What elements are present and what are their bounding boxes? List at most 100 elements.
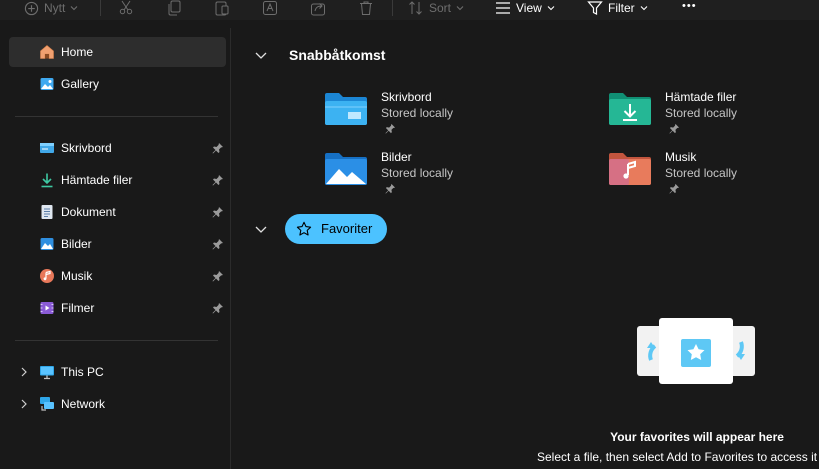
sort-button[interactable]: Sort: [408, 0, 464, 16]
filter-icon: [587, 1, 603, 15]
download-icon: [41, 173, 53, 188]
cut-button[interactable]: [118, 0, 134, 16]
video-icon: [40, 302, 54, 314]
sidebar-divider: [15, 116, 218, 117]
quick-access-item-status: Stored locally: [381, 106, 454, 120]
pin-icon[interactable]: [212, 238, 224, 250]
copy-icon: [168, 0, 181, 16]
document-icon: [41, 205, 53, 219]
desktop-folder-icon: [325, 93, 367, 125]
toolbar-separator: [392, 0, 393, 16]
pin-icon[interactable]: [212, 302, 224, 314]
pin-icon: [385, 183, 396, 194]
filter-button[interactable]: Filter: [587, 0, 648, 16]
sidebar-item-label: Bilder: [61, 237, 92, 251]
sidebar-item-home[interactable]: Home: [9, 37, 226, 67]
sidebar-item-bilder[interactable]: Bilder: [9, 229, 226, 259]
delete-button[interactable]: [358, 0, 374, 16]
collapse-favorites-chevron-icon[interactable]: [253, 221, 269, 237]
quick-access-item-skrivbord[interactable]: Skrivbord Stored locally: [324, 90, 584, 144]
sidebar-item-skrivbord[interactable]: Skrivbord: [9, 133, 226, 163]
sidebar-item-label: Filmer: [61, 301, 95, 315]
share-button[interactable]: [310, 0, 326, 16]
rename-button[interactable]: [262, 0, 278, 16]
quick-access-item-hamtade-filer[interactable]: Hämtade filer Stored locally: [608, 90, 819, 144]
home-icon: [40, 45, 54, 59]
sidebar-item-label: Skrivbord: [61, 141, 112, 155]
downloads-folder-icon: [609, 93, 651, 125]
sidebar-item-label: Musik: [61, 269, 93, 283]
chevron-down-icon: [70, 6, 78, 11]
trash-icon: [360, 1, 372, 15]
chevron-down-icon: [640, 6, 648, 11]
collapse-quick-access-chevron-icon[interactable]: [253, 47, 269, 63]
quick-access-item-status: Stored locally: [381, 166, 454, 180]
sidebar-item-label: Network: [61, 397, 106, 411]
view-button-label: View: [516, 1, 542, 15]
copy-button[interactable]: [166, 0, 182, 16]
pin-icon[interactable]: [212, 270, 224, 282]
share-icon: [311, 3, 325, 16]
view-list-icon: [496, 2, 510, 14]
sort-button-label: Sort: [429, 1, 452, 15]
quick-access-item-name: Musik: [665, 150, 697, 164]
command-bar: Nytt Sort View Filter •••: [0, 0, 819, 20]
sidebar-item-label: This PC: [61, 365, 104, 379]
rename-icon: [263, 1, 277, 15]
new-button[interactable]: Nytt: [24, 0, 78, 16]
quick-access-item-musik[interactable]: Musik Stored locally: [608, 150, 819, 204]
sidebar-divider: [15, 340, 218, 341]
sidebar-item-dokument[interactable]: Dokument: [9, 197, 226, 227]
sidebar-item-hamtade-filer[interactable]: Hämtade filer: [9, 165, 226, 195]
pin-icon: [669, 183, 680, 194]
quick-access-title: Snabbåtkomst: [289, 47, 386, 63]
plus-circle-icon: [24, 1, 39, 15]
chevron-down-icon: [547, 6, 555, 11]
favorites-empty-illustration: [637, 318, 755, 384]
sidebar-item-label: Gallery: [61, 77, 100, 91]
navigation-pane: Home Gallery Skrivbord Hämtade filer Dok…: [0, 28, 231, 469]
pin-icon[interactable]: [212, 206, 224, 218]
more-options-button[interactable]: •••: [682, 0, 697, 14]
toolbar-separator: [100, 0, 101, 16]
favorites-title: Favoriter: [321, 221, 373, 236]
quick-access-item-name: Hämtade filer: [665, 90, 737, 104]
pin-icon: [669, 123, 680, 134]
sidebar-item-this-pc[interactable]: This PC: [9, 357, 226, 387]
music-icon: [40, 269, 54, 283]
sidebar-item-musik[interactable]: Musik: [9, 261, 226, 291]
new-button-label: Nytt: [44, 1, 66, 15]
quick-access-item-name: Bilder: [381, 150, 412, 164]
network-icon: [40, 397, 54, 411]
chevron-down-icon: [456, 6, 464, 11]
sidebar-item-label: Dokument: [61, 205, 116, 219]
desktop-folder-icon: [40, 143, 54, 153]
sidebar-item-label: Hämtade filer: [61, 173, 133, 187]
paste-button[interactable]: [214, 0, 230, 16]
sidebar-item-gallery[interactable]: Gallery: [9, 69, 226, 99]
pictures-icon: [40, 238, 54, 250]
sidebar-item-network[interactable]: Network: [9, 389, 226, 419]
pin-icon: [385, 123, 396, 134]
pictures-folder-icon: [325, 153, 367, 185]
star-icon: [296, 221, 312, 236]
this-pc-icon: [40, 366, 54, 380]
favorites-empty-title: Your favorites will appear here: [610, 430, 784, 444]
pin-icon[interactable]: [212, 174, 224, 186]
pin-icon[interactable]: [212, 142, 224, 154]
sort-icon: [409, 1, 422, 15]
quick-access-item-bilder[interactable]: Bilder Stored locally: [324, 150, 584, 204]
chevron-right-icon[interactable]: [17, 397, 31, 411]
filter-button-label: Filter: [608, 1, 635, 15]
favorites-section-header[interactable]: Favoriter: [285, 214, 387, 244]
view-button[interactable]: View: [495, 0, 555, 16]
sidebar-item-label: Home: [61, 45, 94, 59]
gallery-icon: [40, 78, 54, 90]
favorites-empty-subtitle: Select a file, then select Add to Favori…: [537, 450, 818, 464]
chevron-right-icon[interactable]: [17, 365, 31, 379]
quick-access-item-status: Stored locally: [665, 106, 738, 120]
quick-access-item-name: Skrivbord: [381, 90, 432, 104]
sidebar-item-filmer[interactable]: Filmer: [9, 293, 226, 323]
paste-icon: [215, 1, 229, 16]
music-folder-icon: [609, 153, 651, 185]
